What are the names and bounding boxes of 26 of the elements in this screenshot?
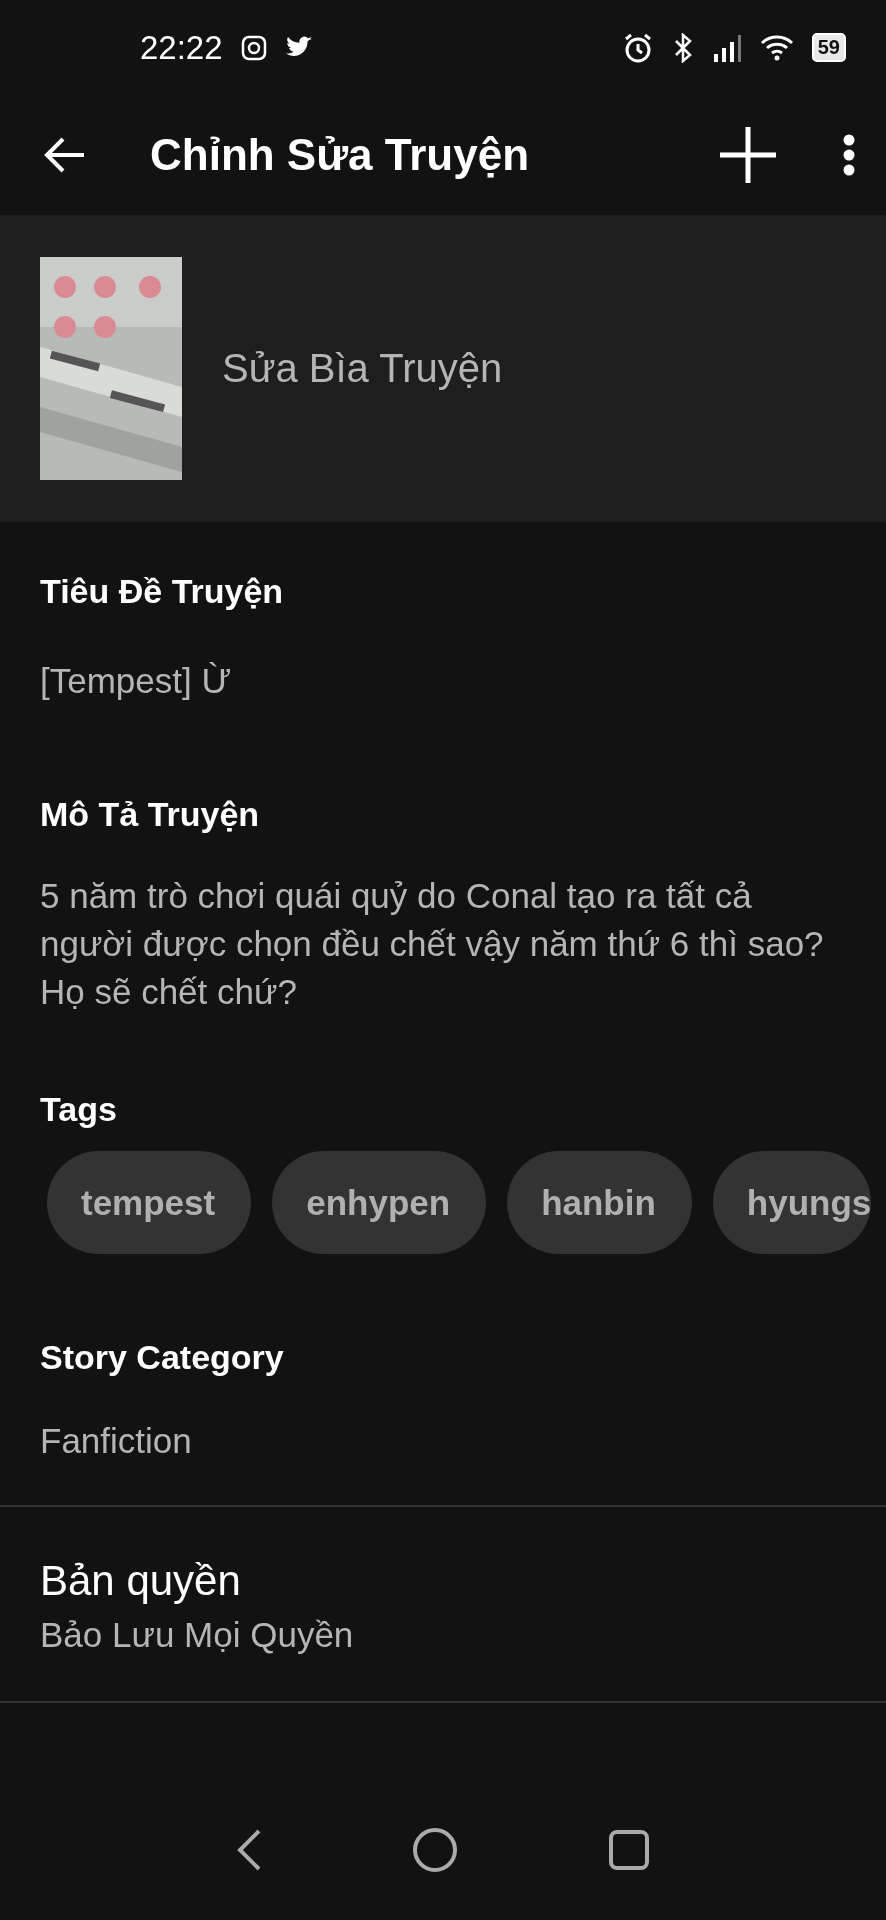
tag-chip[interactable]: hyungs (712, 1151, 872, 1254)
field-value[interactable]: 5 năm trò chơi quái quỷ do Conal tạo ra tất cả người được chọn đều chết vậy năm thứ 6 thì sao? Họ sẽ chết chứ? (40, 872, 846, 1016)
edit-cover-link[interactable]: Sửa Bìa Truyện (222, 346, 503, 391)
nav-back-button[interactable] (236, 1828, 262, 1872)
home-button[interactable] (412, 1827, 458, 1873)
recents-button[interactable] (608, 1829, 650, 1871)
tag-chip[interactable]: hanbin (507, 1151, 692, 1254)
page-title: Chỉnh Sửa Truyện (150, 130, 531, 180)
field-value[interactable]: [Tempest] Ừ (40, 657, 846, 705)
category-label: Story Category (40, 1338, 285, 1377)
signal-icon (711, 33, 742, 62)
add-button[interactable] (718, 125, 778, 185)
tag-chip[interactable]: enhypen (272, 1151, 487, 1254)
copyright-value[interactable]: Bảo Lưu Mọi Quyền (40, 1611, 846, 1659)
battery-level: 59 (811, 33, 846, 62)
more-button[interactable] (842, 134, 856, 176)
back-button[interactable] (44, 136, 86, 174)
copyright-label: Bản quyền (40, 1557, 242, 1605)
category-value[interactable]: Fanfiction (40, 1417, 846, 1465)
instagram-icon (240, 34, 267, 61)
tag-chip[interactable]: tempest (47, 1151, 252, 1254)
field-label: Mô Tả Truyện (40, 795, 261, 834)
tags-label: Tags (40, 1090, 118, 1129)
status-time: 22:22 (140, 28, 223, 67)
field-label: Tiêu Đề Truyện (40, 572, 285, 611)
wifi-icon (759, 34, 794, 61)
